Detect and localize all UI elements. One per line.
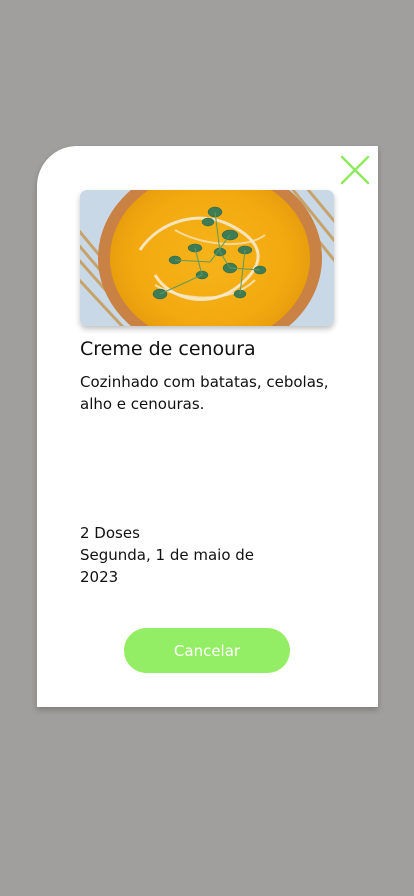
- recipe-description: Cozinhado com batatas, cebolas, alho e c…: [80, 373, 329, 413]
- cancel-button[interactable]: Cancelar: [124, 628, 290, 673]
- recipe-photo: [80, 190, 334, 326]
- recipe-modal: Creme de cenoura Cozinhado com batatas, …: [37, 146, 378, 707]
- soup-image: [80, 190, 334, 326]
- recipe-title: Creme de cenoura: [80, 338, 256, 360]
- recipe-date: Segunda, 1 de maio de 2023: [80, 546, 255, 586]
- close-icon: [340, 155, 370, 185]
- recipe-doses: 2 Doses: [80, 524, 140, 542]
- close-button[interactable]: [340, 155, 370, 185]
